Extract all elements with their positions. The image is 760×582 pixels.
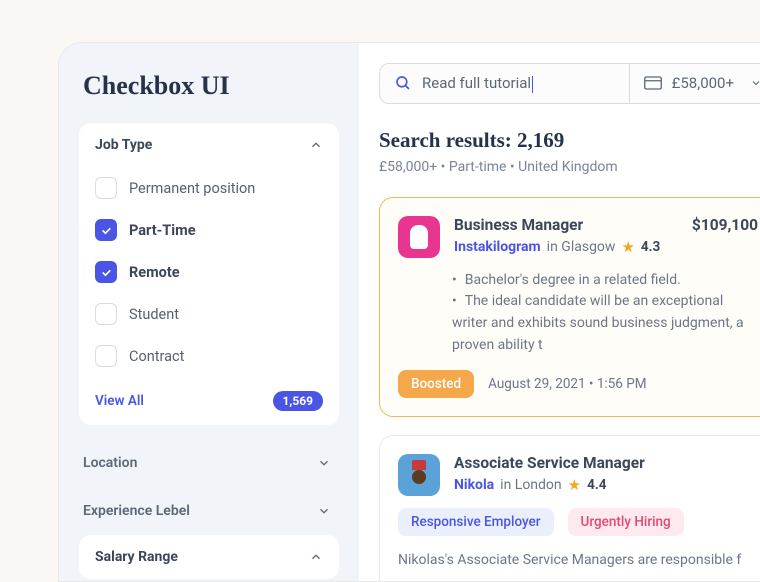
avatar bbox=[398, 216, 440, 258]
job-head: Associate Service Manager Nikola in Lond… bbox=[398, 454, 758, 496]
main-content: Read full tutorial £58,000+ Search resul… bbox=[359, 43, 760, 581]
search-value: Read full tutorial bbox=[422, 74, 533, 93]
filter-salary-range: Salary Range bbox=[79, 535, 339, 579]
star-icon: ★ bbox=[621, 238, 634, 256]
boosted-badge: Boosted bbox=[398, 370, 474, 398]
job-title: Business Manager bbox=[454, 216, 583, 234]
salary-value: £58,000+ bbox=[672, 74, 734, 92]
checkbox-icon bbox=[95, 261, 117, 283]
job-card[interactable]: Associate Service Manager Nikola in Lond… bbox=[379, 435, 760, 581]
job-card[interactable]: Business Manager $109,100 Instakilogram … bbox=[379, 197, 760, 418]
chevron-down-icon bbox=[317, 456, 331, 470]
location-text: in London bbox=[500, 477, 561, 493]
checkbox-icon bbox=[95, 177, 117, 199]
avatar bbox=[398, 454, 440, 496]
job-salary: $109,100 bbox=[692, 216, 758, 234]
checkbox-icon bbox=[95, 303, 117, 325]
filter-title: Job Type bbox=[95, 137, 152, 153]
view-all-row: View All 1,569 bbox=[95, 377, 323, 411]
job-company-row: Nikola in London ★ 4.4 bbox=[454, 476, 758, 494]
job-badges: Responsive Employer Urgently Hiring bbox=[398, 508, 758, 536]
filter-title: Experience Lebel bbox=[83, 503, 190, 519]
search-input[interactable]: Read full tutorial bbox=[379, 63, 630, 104]
chevron-up-icon bbox=[309, 138, 323, 152]
company-link[interactable]: Instakilogram bbox=[454, 239, 541, 255]
checkbox-label: Part-Time bbox=[129, 222, 196, 239]
checkbox-icon bbox=[95, 345, 117, 367]
checkbox-contract[interactable]: Contract bbox=[95, 335, 323, 377]
filter-title: Salary Range bbox=[95, 549, 178, 565]
checkbox-student[interactable]: Student bbox=[95, 293, 323, 335]
checkbox-part-time[interactable]: Part-Time bbox=[95, 209, 323, 251]
count-badge: 1,569 bbox=[273, 391, 324, 411]
filter-job-type: Job Type Permanent position Part-Time Re… bbox=[79, 123, 339, 425]
location-text: in Glasgow bbox=[547, 239, 616, 255]
rating-value: 4.3 bbox=[641, 239, 660, 255]
checkbox-icon bbox=[95, 219, 117, 241]
app-window: Checkbox UI Job Type Permanent position … bbox=[58, 42, 760, 582]
filter-experience[interactable]: Experience Lebel bbox=[79, 487, 339, 535]
job-bullets: Bachelor's degree in a related field. Th… bbox=[452, 270, 758, 357]
filter-location[interactable]: Location bbox=[79, 439, 339, 487]
checkbox-remote[interactable]: Remote bbox=[95, 251, 323, 293]
page-title: Checkbox UI bbox=[83, 71, 339, 101]
bullet-item: The ideal candidate will be an exception… bbox=[452, 291, 758, 356]
job-head: Business Manager $109,100 Instakilogram … bbox=[398, 216, 758, 258]
search-icon bbox=[394, 74, 412, 92]
responsive-badge: Responsive Employer bbox=[398, 508, 554, 536]
bullet-item: Bachelor's degree in a related field. bbox=[452, 270, 758, 292]
results-heading: Search results: 2,169 bbox=[379, 128, 760, 153]
job-title: Associate Service Manager bbox=[454, 454, 758, 472]
job-description: Nikolas's Associate Service Managers are… bbox=[398, 550, 758, 572]
job-company-row: Instakilogram in Glasgow ★ 4.3 bbox=[454, 238, 758, 256]
company-link[interactable]: Nikola bbox=[454, 477, 494, 493]
text-cursor bbox=[532, 76, 533, 93]
checkbox-label: Remote bbox=[129, 264, 180, 281]
chevron-down-icon bbox=[317, 504, 331, 518]
job-footer: Boosted August 29, 2021 • 1:56 PM bbox=[398, 370, 758, 398]
rating-value: 4.4 bbox=[587, 477, 606, 493]
card-icon bbox=[644, 76, 662, 90]
topbar: Read full tutorial £58,000+ bbox=[379, 63, 760, 104]
filter-body: Permanent position Part-Time Remote Stud… bbox=[79, 167, 339, 425]
filter-title: Location bbox=[83, 455, 137, 471]
checkbox-label: Student bbox=[129, 306, 179, 323]
chevron-up-icon bbox=[309, 550, 323, 564]
checkbox-label: Permanent position bbox=[129, 180, 255, 197]
sidebar: Checkbox UI Job Type Permanent position … bbox=[59, 43, 359, 581]
filter-header-job-type[interactable]: Job Type bbox=[79, 123, 339, 167]
star-icon: ★ bbox=[568, 476, 581, 494]
urgent-badge: Urgently Hiring bbox=[568, 508, 684, 536]
checkbox-label: Contract bbox=[129, 348, 184, 365]
job-date: August 29, 2021 • 1:56 PM bbox=[488, 376, 646, 392]
chevron-down-icon bbox=[750, 77, 760, 89]
checkbox-permanent[interactable]: Permanent position bbox=[95, 167, 323, 209]
salary-select[interactable]: £58,000+ bbox=[630, 63, 760, 104]
view-all-link[interactable]: View All bbox=[95, 393, 144, 409]
results-subline: £58,000+ • Part-time • United Kingdom bbox=[379, 159, 760, 175]
filter-header-salary[interactable]: Salary Range bbox=[79, 535, 339, 579]
